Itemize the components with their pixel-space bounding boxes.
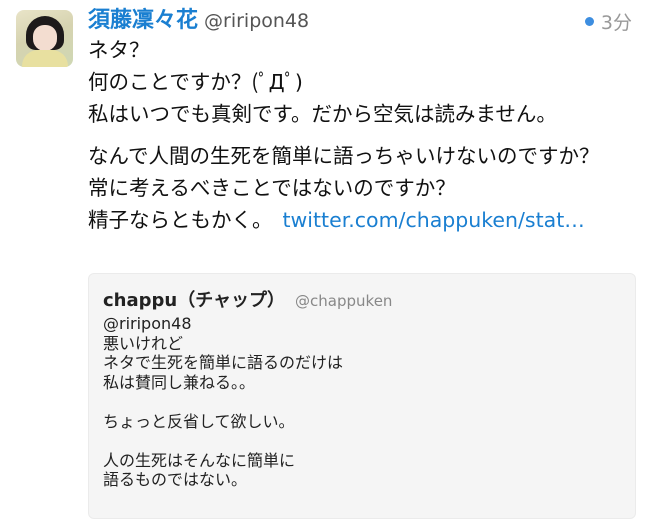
quoted-user-handle: @chappuken [295,292,393,310]
quoted-tweet-text: @riripon48 悪いけれど ネタで生死を簡単に語るのだけは 私は賛同し兼ね… [103,314,343,490]
quoted-line: ちょっと反省して欲しい。 [103,411,295,431]
avatar-face [33,25,57,51]
tweet-header: 須藤凜々花 @riripon48 [88,2,309,36]
tweet[interactable]: 須藤凜々花 @riripon48 3分 ネタ？ 何のことですか？(ﾟДﾟ) 私は… [0,0,650,522]
tweet-line: 精子ならともかく。 [88,208,273,232]
display-name[interactable]: 須藤凜々花 [88,2,198,34]
tweet-link[interactable]: twitter.com/chappuken/stat… [283,208,585,232]
quoted-tweet[interactable]: chappu（チャップ） @chappuken @riripon48 悪いけれど… [88,273,636,519]
tweet-meta: 3分 [584,8,632,35]
tweet-text: ネタ？ 何のことですか？(ﾟДﾟ) 私はいつでも真剣です。だから空気は読みません… [88,34,640,236]
quoted-line: 私は賛同し兼ねる。。 [103,372,256,392]
quoted-line: 語るものではない。 [103,470,248,489]
tweet-last-line: 精子ならともかく。 twitter.com/chappuken/stat… [88,204,640,236]
line-spacer [103,392,343,412]
tweet-line: 常に考えるべきことではないのですか？ [88,176,456,200]
timestamp: 3分 [600,12,632,34]
line-spacer [103,431,343,451]
user-handle[interactable]: @riripon48 [204,10,309,32]
quoted-line: 人の生死はそんなに簡単に [103,450,296,470]
quoted-display-name: chappu（チャップ） [103,290,286,311]
tweet-line: ネタ？ [88,38,150,62]
avatar-shirt [22,50,68,67]
tweet-line: 何のことですか？(ﾟДﾟ) [88,70,303,94]
quoted-line: @riripon48 [103,314,192,333]
quoted-line: ネタで生死を簡単に語るのだけは [103,353,344,372]
tweet-line: なんで人間の生死を簡単に語っちゃいけないのですか？ [88,144,600,168]
avatar[interactable] [16,10,73,67]
tweet-line: 私はいつでも真剣です。だから空気は読みません。 [88,102,557,126]
quoted-line: 悪いけれど [103,333,184,353]
quoted-tweet-header: chappu（チャップ） @chappuken [103,286,392,312]
unread-dot-icon [584,17,594,26]
